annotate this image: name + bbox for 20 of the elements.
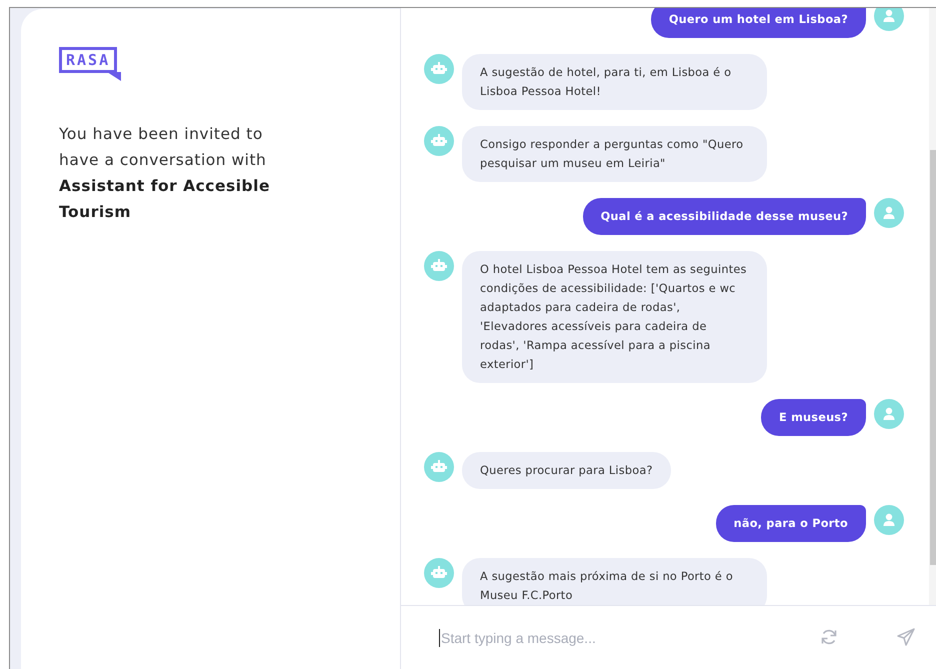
user-avatar-icon (874, 399, 904, 429)
user-message: não, para o Porto (716, 505, 866, 542)
user-message: Quero um hotel em Lisboa? (650, 8, 866, 38)
robot-avatar-icon (424, 558, 454, 588)
robot-avatar-icon (424, 251, 454, 281)
bot-message: O hotel Lisboa Pessoa Hotel tem as seguintes condições de acessibilidade: ['Quartos e wc adaptados para cadeira de rodas', 'Elevadores acessíveis para cadeira de rodas', 'Rampa acessível para a piscina exterior'] (462, 251, 767, 383)
robot-avatar-icon (424, 126, 454, 156)
robot-avatar-icon (424, 452, 454, 482)
robot-avatar-icon (424, 54, 454, 84)
bot-message: A sugestão de hotel, para ti, em Lisboa é o Lisboa Pessoa Hotel! (462, 54, 767, 110)
bot-message: A sugestão mais próxima de si no Porto é o Museu F.C.Porto (462, 558, 767, 605)
message-input[interactable]: Start typing a message... (439, 628, 809, 646)
user-avatar-icon (874, 198, 904, 228)
logo: RASA (59, 47, 121, 81)
user-message: E museus? (761, 399, 866, 436)
user-avatar-icon (874, 505, 904, 535)
invitation-text: You have been invited to have a conversation with Assistant for Accesible Tourism (59, 124, 271, 223)
user-message: Qual é a acessibilidade desse museu? (582, 198, 866, 235)
bot-message: Queres procurar para Lisboa? (462, 452, 671, 489)
bot-message: Consigo responder a perguntas como "Quero pesquisar um museu em Leiria" (462, 126, 767, 182)
